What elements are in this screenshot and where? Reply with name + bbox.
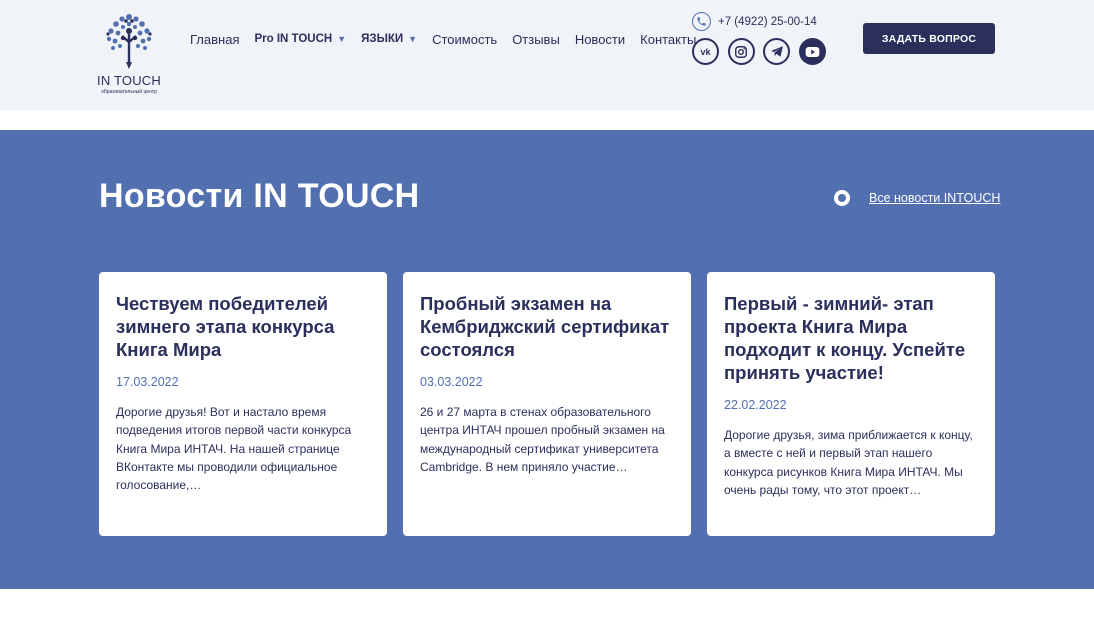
news-card-date: 03.03.2022 [420,375,483,389]
youtube-icon [805,46,819,57]
news-card-title[interactable]: Первый - зимний- этап проекта Книга Мира… [724,292,978,384]
telegram-icon [770,46,783,57]
phone-contact[interactable]: +7 (4922) 25-00-14 [692,12,817,31]
nav-item-news[interactable]: Новости [575,32,625,47]
news-card[interactable]: Пробный экзамен на Кембриджский сертифик… [403,272,691,536]
main-nav: Главная Pro IN TOUCH ▼ ЯЗЫКИ ▼ Стоимость… [190,30,711,48]
phone-icon [692,12,711,31]
instagram-icon [735,45,747,58]
site-header: IN TOUCH образовательный центр Главная P… [0,0,1094,110]
vk-link[interactable]: vk [692,38,719,65]
ring-icon [834,190,850,206]
caret-down-icon: ▼ [337,34,347,44]
news-card[interactable]: Чествуем победителей зимнего этапа конку… [99,272,387,536]
logo[interactable]: IN TOUCH образовательный центр [96,12,162,96]
all-news: Все новости INTOUCH [834,190,1000,206]
news-section: Новости IN TOUCH Все новости INTOUCH Чес… [0,130,1094,589]
caret-down-icon: ▼ [408,34,418,44]
news-card-excerpt: Дорогие друзья, зима приближается к конц… [724,428,973,497]
nav-item-pro-intouch[interactable]: Pro IN TOUCH ▼ [254,33,346,45]
news-card-date: 22.02.2022 [724,398,787,412]
phone-number: +7 (4922) 25-00-14 [718,15,817,28]
social-links: vk [692,38,834,65]
logo-subtitle: образовательный центр [101,89,157,95]
telegram-link[interactable] [763,38,790,65]
nav-item-languages[interactable]: ЯЗЫКИ ▼ [361,33,417,45]
nav-item-languages-label: ЯЗЫКИ [361,33,404,45]
ask-question-button[interactable]: ЗАДАТЬ ВОПРОС [863,23,995,54]
nav-item-pricing[interactable]: Стоимость [432,32,497,47]
logo-title: IN TOUCH [97,73,161,88]
vk-icon: vk [700,46,711,57]
instagram-link[interactable] [727,38,755,65]
news-card-title[interactable]: Пробный экзамен на Кембриджский сертифик… [420,292,674,361]
news-card-excerpt: Дорогие друзья! Вот и настало время подв… [116,405,352,493]
nav-item-contacts[interactable]: Контакты [640,32,696,47]
nav-item-pro-intouch-label: Pro IN TOUCH [254,33,333,45]
tree-logo-icon [106,14,152,69]
nav-item-home[interactable]: Главная [190,32,239,47]
news-card[interactable]: Первый - зимний- этап проекта Книга Мира… [707,272,995,536]
news-card-excerpt: 26 и 27 марта в стенах образовательного … [420,405,665,474]
nav-item-reviews[interactable]: Отзывы [512,32,560,47]
news-card-date: 17.03.2022 [116,375,179,389]
all-news-link[interactable]: Все новости INTOUCH [869,191,1000,205]
youtube-link[interactable] [798,38,826,65]
news-card-title[interactable]: Чествуем победителей зимнего этапа конку… [116,292,370,361]
news-section-title: Новости IN TOUCH [99,177,420,215]
